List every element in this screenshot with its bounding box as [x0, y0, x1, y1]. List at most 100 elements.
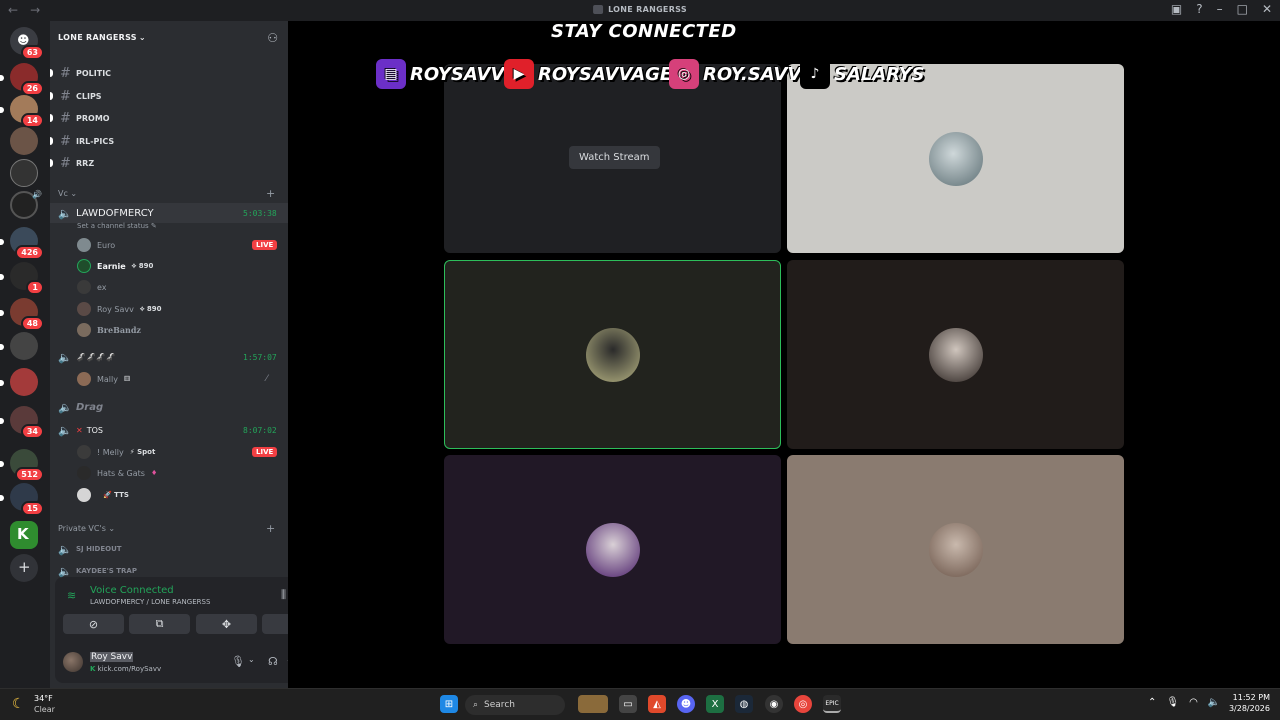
home-button[interactable]: ☻ 63 — [10, 27, 44, 60]
wifi-icon[interactable]: ◠ — [1189, 697, 1198, 708]
voice-user[interactable]: Hats & Gats ♦ — [77, 463, 157, 483]
channel-clips[interactable]: # CLIPS — [50, 87, 102, 105]
microphone-icon[interactable]: 🎙 — [231, 655, 245, 668]
avatar — [928, 327, 983, 382]
server-icon[interactable]: 🔊 — [10, 190, 42, 219]
server-icon[interactable] — [0, 368, 38, 396]
chevron-up-icon[interactable]: ⌃ — [1148, 697, 1156, 708]
voice-user[interactable]: Mally ⚅ — [77, 369, 130, 389]
voice-channel-lawdofmercy[interactable]: 🔈 LAWDOFMERCY 5:03:38 — [58, 204, 277, 222]
nav-arrows: ← → — [8, 3, 40, 17]
epic-games-icon[interactable]: EPIC — [823, 695, 841, 713]
forward-arrow-icon[interactable]: → — [30, 3, 40, 17]
close-button[interactable]: ✕ — [1262, 2, 1272, 16]
discord-icon[interactable]: ☻ — [677, 695, 695, 713]
speaker-icon: 🔈 — [58, 423, 72, 437]
widget-app-icon[interactable] — [578, 695, 608, 713]
camera-button[interactable]: ⊘ — [63, 614, 124, 634]
kick-icon: K — [90, 665, 96, 673]
voice-tile[interactable] — [787, 260, 1124, 449]
voice-user[interactable]: ! Melly ⚡ Spot — [77, 442, 155, 462]
server-icon[interactable]: 426 — [0, 227, 44, 260]
chevron-down-icon[interactable]: ⌄ — [248, 655, 255, 664]
avatar[interactable] — [63, 652, 83, 672]
badge: 14 — [20, 113, 44, 128]
server-icon[interactable]: 15 — [0, 483, 44, 516]
headphones-icon[interactable]: ☊ — [268, 655, 278, 668]
kick-icon: K — [17, 525, 29, 543]
server-icon[interactable]: 48 — [0, 298, 44, 331]
voice-user[interactable]: BreBandz — [77, 320, 141, 340]
file-explorer-icon[interactable]: ▭ — [619, 695, 637, 713]
live-badge: LIVE — [252, 240, 278, 250]
voice-user[interactable]: Earnie ⟡ 890 — [77, 256, 153, 276]
server-icon[interactable]: 14 — [0, 95, 44, 128]
obs-icon[interactable]: ◉ — [765, 695, 783, 713]
server-icon[interactable]: 34 — [0, 406, 44, 439]
server-icon[interactable]: 512 — [0, 449, 44, 482]
add-member-icon[interactable]: ⚇ — [267, 31, 278, 45]
volume-icon[interactable]: 🔈 — [1208, 697, 1220, 708]
brave-icon[interactable]: ◭ — [648, 695, 666, 713]
add-server-button[interactable]: + — [10, 554, 38, 582]
inbox-icon[interactable]: ▣ — [1171, 2, 1182, 16]
channel-rrz[interactable]: # RRZ — [50, 154, 94, 172]
server-icon[interactable]: 1 — [0, 262, 44, 295]
watch-stream-button[interactable]: Watch Stream — [569, 146, 660, 169]
gun-icon: ♦ — [150, 469, 158, 477]
channel-politic[interactable]: # POLITIC — [50, 64, 111, 82]
voice-tile[interactable] — [444, 455, 781, 644]
stream-tile[interactable]: Watch Stream — [444, 64, 781, 253]
excel-icon[interactable]: X — [706, 695, 724, 713]
moon-icon: ☾ — [12, 696, 25, 712]
microphone-icon[interactable]: 🎙 — [1166, 697, 1179, 708]
twitch-icon: ▤ — [376, 59, 406, 89]
social-tiktok: ♪ SALARYS — [800, 58, 925, 90]
voice-tile[interactable] — [787, 64, 1124, 253]
channel-status[interactable]: Set a channel status ✎ — [77, 222, 157, 230]
emoji-icon: ⚅ — [123, 375, 131, 383]
steam-icon[interactable]: ◍ — [735, 695, 753, 713]
voice-user[interactable]: Roy Savv ⟡ 890 — [77, 299, 162, 319]
back-arrow-icon[interactable]: ← — [8, 3, 18, 17]
server-icon[interactable] — [10, 127, 38, 155]
search-input[interactable]: ⌕ Search — [465, 695, 565, 715]
channel-promo[interactable]: # PROMO — [50, 109, 110, 127]
start-button[interactable]: ⊞ — [440, 695, 458, 713]
category-private-vcs[interactable]: Private VC's ⌄ + — [58, 522, 275, 535]
server-icon[interactable] — [0, 332, 38, 360]
voice-tile-speaking[interactable] — [444, 260, 781, 449]
voice-connected-label[interactable]: Voice Connected — [90, 585, 174, 596]
activities-button[interactable]: ✥ — [196, 614, 257, 634]
voice-user[interactable]: 🚀 TTS — [77, 485, 129, 505]
plus-icon[interactable]: + — [266, 522, 275, 535]
badge: 63 — [20, 45, 44, 60]
voice-tile[interactable] — [787, 455, 1124, 644]
chrome-icon[interactable]: ◎ — [794, 695, 812, 713]
voice-channel-drag[interactable]: 🔈 Drag — [58, 398, 103, 416]
voice-channel-tos[interactable]: 🔈 ✕ TOS 8:07:02 — [58, 421, 277, 439]
maximize-button[interactable]: □ — [1237, 2, 1248, 16]
voice-channel-skunks[interactable]: 🔈 🦨🦨🦨🦨 1:57:07 — [58, 348, 277, 366]
soundboard-button[interactable]: ✺ — [262, 614, 288, 634]
server-icon[interactable]: 26 — [0, 63, 44, 96]
minimize-button[interactable]: – — [1217, 2, 1223, 16]
voice-user[interactable]: Euro — [77, 235, 115, 255]
voice-user[interactable]: ex — [77, 277, 107, 297]
badge: 426 — [15, 245, 44, 260]
plus-icon[interactable]: + — [266, 187, 275, 200]
guild-header[interactable]: LONE RANGERSS ⌄ — [58, 33, 146, 42]
screen-share-button[interactable]: ⧉ — [129, 614, 190, 634]
avatar — [77, 238, 91, 252]
avatar — [77, 259, 91, 273]
channel-irl-pics[interactable]: # IRL-PICS — [50, 132, 114, 150]
clock[interactable]: 11:52 PM 3/28/2026 — [1229, 693, 1270, 713]
help-icon[interactable]: ? — [1196, 2, 1202, 16]
noise-suppression-icon[interactable]: ⫼ — [281, 588, 286, 602]
category-vc[interactable]: Vc ⌄ + — [58, 187, 275, 200]
kick-server-icon[interactable]: K — [10, 521, 38, 549]
server-icon[interactable] — [10, 159, 38, 187]
user-name[interactable]: Roy Savv — [90, 652, 134, 662]
voice-channel-sj-hideout[interactable]: 🔈 SJ HIDEOUT — [58, 540, 122, 558]
voice-channel-path[interactable]: LAWDOFMERCY / LONE RANGERSS — [90, 598, 210, 606]
